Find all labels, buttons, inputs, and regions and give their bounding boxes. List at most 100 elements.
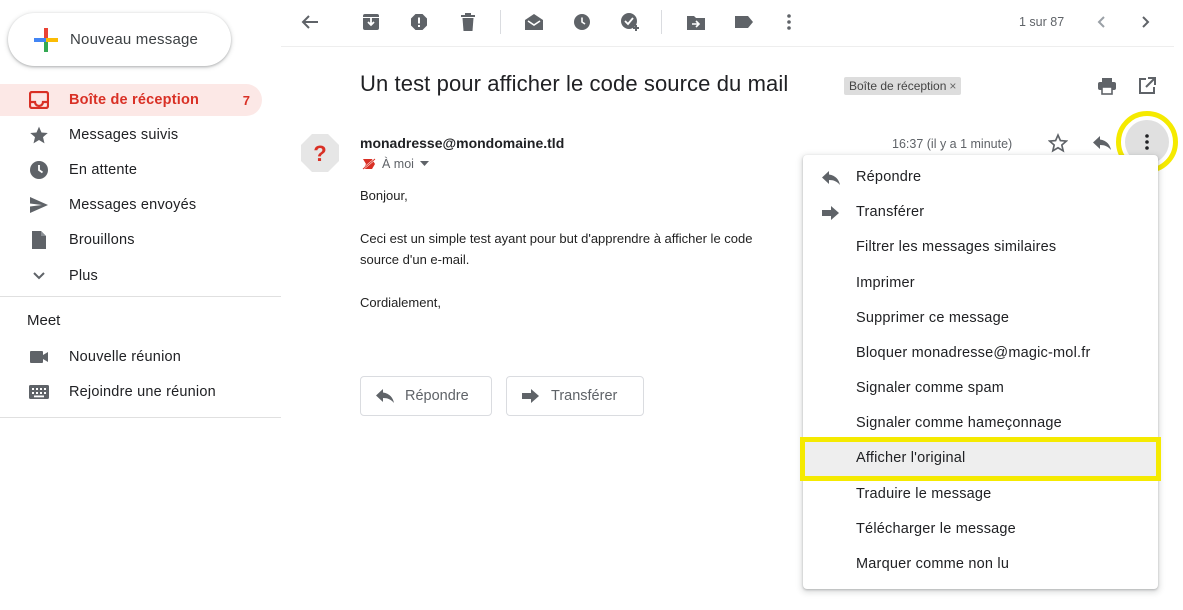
remove-label-icon[interactable]: × bbox=[949, 79, 956, 93]
sidebar-item-starred[interactable]: Messages suivis bbox=[0, 119, 262, 151]
plus-icon bbox=[34, 28, 58, 52]
sidebar-item-new-meeting[interactable]: Nouvelle réunion bbox=[0, 341, 262, 373]
move-to-icon bbox=[687, 16, 705, 30]
labels-button[interactable] bbox=[731, 9, 757, 35]
menu-item-label: Signaler comme spam bbox=[856, 380, 1005, 396]
sidebar-item-sent[interactable]: Messages envoyés bbox=[0, 189, 262, 221]
recipient-line[interactable]: À moi bbox=[362, 157, 429, 171]
more-vert-icon bbox=[787, 14, 791, 30]
menu-item-mark-unread[interactable]: Marquer comme non lu bbox=[803, 548, 1158, 582]
delete-button[interactable] bbox=[455, 9, 481, 35]
no-importance-icon bbox=[362, 158, 376, 170]
menu-item-label: Supprimer ce message bbox=[856, 310, 1010, 326]
snooze-button[interactable] bbox=[569, 9, 595, 35]
back-button[interactable] bbox=[297, 9, 323, 35]
sidebar-item-label: Plus bbox=[69, 268, 99, 284]
sidebar-item-inbox[interactable]: Boîte de réception 7 bbox=[0, 84, 262, 116]
reply-icon bbox=[821, 169, 841, 187]
reply-button-label: Répondre bbox=[405, 388, 469, 404]
toolbar-divider bbox=[281, 46, 1174, 47]
reply-button[interactable]: Répondre bbox=[360, 376, 492, 416]
open-new-window-button[interactable] bbox=[1134, 73, 1160, 99]
menu-item-show-original[interactable]: Afficher l'original bbox=[803, 442, 1158, 476]
sidebar-item-label: Messages envoyés bbox=[69, 197, 197, 213]
sidebar-item-label: Boîte de réception bbox=[69, 92, 200, 108]
menu-item-block-sender[interactable]: Bloquer monadresse@magic-mol.fr bbox=[803, 337, 1158, 371]
print-icon bbox=[1098, 78, 1116, 95]
menu-item-label: Imprimer bbox=[856, 275, 915, 291]
compose-button[interactable]: Nouveau message bbox=[8, 13, 231, 66]
body-line-1: Ceci est un simple test ayant pour but d… bbox=[360, 231, 753, 246]
reply-quick-button[interactable] bbox=[1089, 130, 1115, 156]
menu-item-reply[interactable]: Répondre bbox=[803, 161, 1158, 195]
sidebar-item-join-meeting[interactable]: Rejoindre une réunion bbox=[0, 376, 262, 408]
message-actions-menu: Répondre Transférer Filtrer les messages… bbox=[803, 155, 1158, 589]
send-icon bbox=[28, 194, 50, 216]
body-closing: Cordialement, bbox=[360, 295, 441, 310]
sidebar-item-more[interactable]: Plus bbox=[0, 260, 262, 292]
sidebar-item-drafts[interactable]: Brouillons bbox=[0, 224, 262, 256]
add-task-icon bbox=[621, 13, 639, 31]
sidebar-item-snoozed[interactable]: En attente bbox=[0, 154, 262, 186]
forward-icon bbox=[521, 388, 541, 404]
sidebar-item-label: Rejoindre une réunion bbox=[69, 384, 216, 400]
star-outline-icon bbox=[1048, 133, 1068, 153]
menu-item-label: Transférer bbox=[856, 204, 925, 220]
menu-item-label: Filtrer les messages similaires bbox=[856, 239, 1057, 255]
video-camera-icon bbox=[28, 346, 50, 368]
menu-item-label: Afficher l'original bbox=[856, 450, 966, 466]
add-to-tasks-button[interactable] bbox=[617, 9, 643, 35]
menu-item-label: Bloquer monadresse@magic-mol.fr bbox=[856, 345, 1091, 361]
keyboard-icon bbox=[28, 381, 50, 403]
clock-icon bbox=[574, 14, 590, 30]
body-line-2: source d'un e-mail. bbox=[360, 252, 470, 267]
older-button[interactable] bbox=[1133, 9, 1159, 35]
menu-item-filter-similar[interactable]: Filtrer les messages similaires bbox=[803, 231, 1158, 265]
unread-count: 7 bbox=[242, 92, 250, 108]
mail-open-icon bbox=[525, 14, 543, 30]
body-greeting: Bonjour, bbox=[360, 188, 408, 203]
mail-subject: Un test pour afficher le code source du … bbox=[360, 71, 789, 96]
menu-item-download[interactable]: Télécharger le message bbox=[803, 513, 1158, 547]
inbox-label-chip: Boîte de réception × bbox=[844, 77, 962, 95]
newer-button[interactable] bbox=[1088, 9, 1114, 35]
menu-item-report-spam[interactable]: Signaler comme spam bbox=[803, 372, 1158, 406]
sidebar-item-label: Nouvelle réunion bbox=[69, 349, 182, 365]
label-icon bbox=[735, 16, 753, 28]
more-actions-button[interactable] bbox=[776, 9, 802, 35]
mark-unread-button[interactable] bbox=[521, 9, 547, 35]
menu-item-report-phishing[interactable]: Signaler comme hameçonnage bbox=[803, 407, 1158, 441]
menu-item-delete[interactable]: Supprimer ce message bbox=[803, 302, 1158, 336]
report-spam-button[interactable] bbox=[406, 9, 432, 35]
sender-address[interactable]: monadresse@mondomaine.tld bbox=[360, 135, 564, 151]
label-chip-text: Boîte de réception bbox=[849, 79, 947, 93]
menu-item-label: Télécharger le message bbox=[856, 521, 1016, 537]
forward-button-label: Transférer bbox=[551, 388, 618, 404]
menu-item-label: Signaler comme hameçonnage bbox=[856, 415, 1062, 431]
avatar: ? bbox=[300, 133, 340, 173]
move-to-button[interactable] bbox=[683, 9, 709, 35]
open-in-new-icon bbox=[1139, 77, 1156, 94]
menu-item-print[interactable]: Imprimer bbox=[803, 267, 1158, 301]
menu-item-label: Marquer comme non lu bbox=[856, 556, 1010, 572]
caret-down-icon bbox=[419, 161, 429, 166]
forward-button[interactable]: Transférer bbox=[506, 376, 644, 416]
pagination-text: 1 sur 87 bbox=[1019, 15, 1065, 29]
print-all-button[interactable] bbox=[1094, 73, 1120, 99]
sidebar-divider bbox=[0, 417, 281, 418]
clock-icon bbox=[28, 159, 50, 181]
menu-item-translate[interactable]: Traduire le message bbox=[803, 478, 1158, 512]
sidebar-item-label: En attente bbox=[69, 162, 138, 178]
chevron-left-icon bbox=[1097, 16, 1105, 28]
report-icon bbox=[411, 14, 427, 30]
menu-item-label: Traduire le message bbox=[856, 486, 992, 502]
star-button[interactable] bbox=[1045, 130, 1071, 156]
recipient-text: À moi bbox=[382, 157, 414, 171]
archive-button[interactable] bbox=[358, 9, 384, 35]
archive-icon bbox=[363, 14, 379, 30]
avatar-glyph: ? bbox=[313, 141, 326, 166]
chevron-right-icon bbox=[1142, 16, 1150, 28]
trash-icon bbox=[461, 13, 475, 31]
compose-label: Nouveau message bbox=[70, 31, 199, 48]
menu-item-forward[interactable]: Transférer bbox=[803, 196, 1158, 230]
